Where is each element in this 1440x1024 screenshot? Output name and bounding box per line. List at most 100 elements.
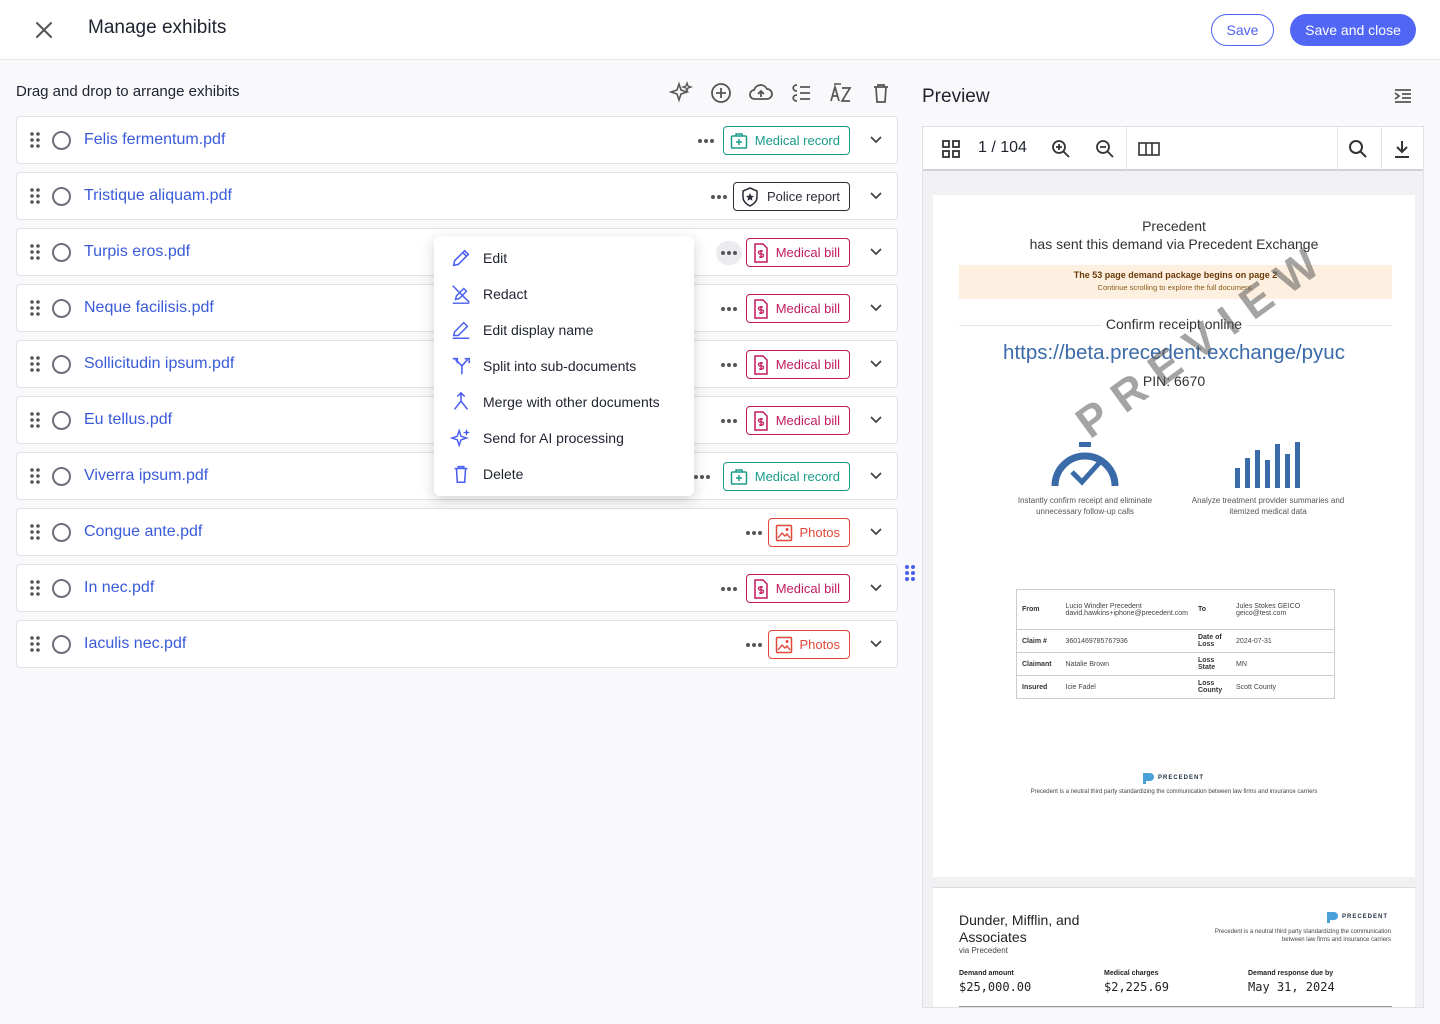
document-type-tag[interactable]: Photos [767,518,850,547]
menu-item-edit-display-name[interactable]: Edit display name [434,312,694,348]
collapse-preview-icon[interactable] [1392,85,1414,112]
exhibit-name-link[interactable]: In nec.pdf [84,579,154,597]
exhibit-select-radio[interactable] [52,635,71,654]
exhibit-row[interactable]: Felis fermentum.pdf Medical record [16,116,898,164]
close-button[interactable] [28,14,60,46]
zoom-out-icon[interactable] [1093,137,1117,161]
save-button[interactable]: Save [1211,14,1274,46]
chevron-down-icon[interactable] [869,636,883,655]
footer-tagline: Precedent is a neutral third party stand… [1030,789,1318,795]
document-type-tag[interactable]: Police report [733,182,850,211]
drag-handle-icon[interactable] [30,300,40,321]
chevron-down-icon[interactable] [869,132,883,151]
drag-handle-icon[interactable] [30,188,40,209]
medical-record-icon [730,468,747,485]
more-options-icon[interactable] [716,409,742,433]
menu-item-split[interactable]: Split into sub-documents [434,348,694,384]
more-options-icon[interactable] [716,297,742,321]
document-type-tag[interactable]: Medical bill [745,238,850,267]
exhibit-name-link[interactable]: Neque facilisis.pdf [84,299,214,317]
document-type-tag[interactable]: Medical bill [745,350,850,379]
medical-bill-icon [753,298,768,319]
drag-handle-icon[interactable] [30,524,40,545]
exhibit-name-link[interactable]: Sollicitudin ipsum.pdf [84,355,234,373]
thumbnails-grid-icon[interactable] [939,137,963,161]
more-options-icon[interactable] [741,633,767,657]
exhibit-select-radio[interactable] [52,131,71,150]
more-options-icon[interactable] [741,521,767,545]
drag-handle-icon[interactable] [30,636,40,657]
chevron-down-icon[interactable] [869,188,883,207]
more-options-icon[interactable] [716,241,742,265]
zoom-in-icon[interactable] [1049,137,1073,161]
drag-handle-icon[interactable] [30,132,40,153]
chevron-down-icon[interactable] [869,300,883,319]
more-options-icon[interactable] [693,129,719,153]
exhibit-select-radio[interactable] [52,579,71,598]
cloud-upload-icon[interactable] [748,80,774,106]
bar-chart-icon [1235,442,1300,488]
sort-az-icon[interactable] [828,80,854,106]
list-check-icon[interactable] [788,80,814,106]
document-type-tag[interactable]: Medical record [722,462,850,491]
drag-handle-icon[interactable] [30,580,40,601]
save-and-close-button[interactable]: Save and close [1290,14,1416,46]
document-type-tag[interactable]: Medical bill [745,294,850,323]
search-icon[interactable] [1346,137,1370,161]
drag-handle-icon[interactable] [30,412,40,433]
exhibit-name-link[interactable]: Viverra ipsum.pdf [84,467,208,485]
document-type-tag[interactable]: Medical bill [745,574,850,603]
chevron-down-icon[interactable] [869,244,883,263]
download-icon[interactable] [1390,137,1414,161]
document-type-tag[interactable]: Medical record [722,126,850,155]
chevron-down-icon[interactable] [869,468,883,487]
chevron-down-icon[interactable] [869,580,883,599]
more-options-icon[interactable] [716,353,742,377]
two-page-view-icon[interactable] [1137,137,1161,161]
sparkles-icon[interactable] [668,80,694,106]
exhibit-select-radio[interactable] [52,243,71,262]
exhibit-row[interactable]: Iaculis nec.pdf Photos [16,620,898,668]
menu-item-merge[interactable]: Merge with other documents [434,384,694,420]
menu-item-send-ai[interactable]: Send for AI processing [434,420,694,456]
trash-icon[interactable] [868,80,894,106]
exhibit-name-link[interactable]: Congue ante.pdf [84,523,202,541]
preview-page-1: Precedent has sent this demand via Prece… [933,195,1415,877]
menu-item-redact[interactable]: Redact [434,276,694,312]
stopwatch-icon [1051,442,1119,487]
exhibit-select-radio[interactable] [52,187,71,206]
exhibit-select-radio[interactable] [52,467,71,486]
panel-resize-handle[interactable] [904,564,916,587]
exhibit-row[interactable]: Tristique aliquam.pdf Police report [16,172,898,220]
page-indicator: 1 / 104 [978,139,1027,156]
document-type-tag[interactable]: Photos [767,630,850,659]
more-options-icon[interactable] [706,185,732,209]
exhibit-select-radio[interactable] [52,299,71,318]
exhibit-name-link[interactable]: Eu tellus.pdf [84,411,172,429]
exhibit-select-radio[interactable] [52,411,71,430]
exhibit-name-link[interactable]: Tristique aliquam.pdf [84,187,232,205]
exhibit-row[interactable]: In nec.pdf Medical bill [16,564,898,612]
drag-handle-icon[interactable] [30,468,40,489]
exhibit-name-link[interactable]: Turpis eros.pdf [84,243,190,261]
chevron-down-icon[interactable] [869,412,883,431]
medical-bill-icon [753,578,768,599]
add-circle-icon[interactable] [708,80,734,106]
chevron-down-icon[interactable] [869,356,883,375]
exhibit-name-link[interactable]: Iaculis nec.pdf [84,635,186,653]
drag-handle-icon[interactable] [30,356,40,377]
via-label: via Precedent [959,946,1008,955]
more-options-icon[interactable] [716,577,742,601]
drag-handle-icon[interactable] [30,244,40,265]
merge-icon [453,391,469,410]
exhibit-select-radio[interactable] [52,523,71,542]
menu-item-edit[interactable]: Edit [434,240,694,276]
exhibit-select-radio[interactable] [52,355,71,374]
chevron-down-icon[interactable] [869,524,883,543]
exhibit-row[interactable]: Congue ante.pdf Photos [16,508,898,556]
photo-icon [775,524,792,541]
exhibit-name-link[interactable]: Felis fermentum.pdf [84,131,225,149]
trash-icon [454,465,468,484]
document-type-tag[interactable]: Medical bill [745,406,850,435]
menu-item-delete[interactable]: Delete [434,456,694,492]
